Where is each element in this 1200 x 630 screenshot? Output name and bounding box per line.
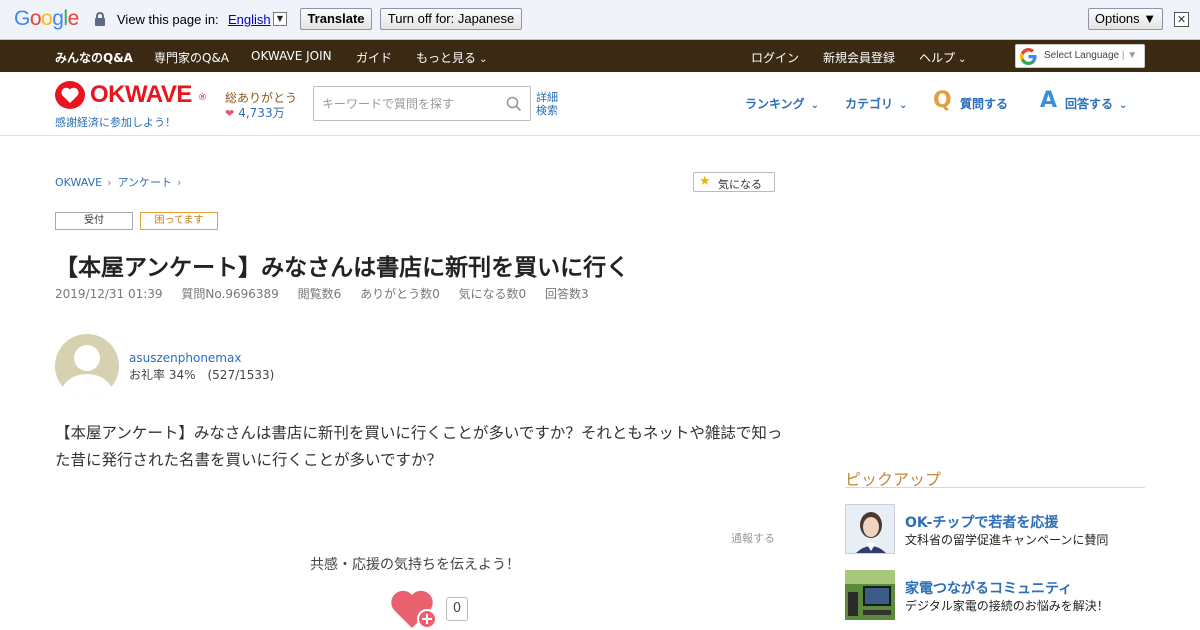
answer-a-icon: A (1040, 88, 1058, 113)
google-logo-letter: e (67, 7, 80, 30)
category-menu[interactable]: カテゴリ ⌄ (845, 95, 907, 112)
nav-item-label: 専門家のQ&A (154, 51, 230, 65)
nav-item-label: ヘルプ (919, 51, 956, 65)
chevron-right-icon: › (107, 176, 112, 189)
lock-icon (95, 12, 105, 26)
chevron-down-icon: ⌄ (958, 54, 967, 65)
search-box (313, 86, 531, 121)
pickup-item-title[interactable]: 家電つながるコミュニティ (905, 578, 1072, 598)
nav-item-label: ログイン (751, 51, 800, 65)
pickup-thumbnail[interactable] (845, 570, 895, 620)
google-logo-letter: o (41, 7, 53, 30)
question-title: 【本屋アンケート】みなさんは書店に新刊を買いに行く (55, 255, 630, 281)
select-language-label: Select Language (1044, 50, 1120, 61)
nav-item-okwave-join[interactable]: OKWAVE JOIN (251, 49, 332, 63)
question-date: 2019/12/31 01:39 (55, 287, 163, 301)
watch-button[interactable]: ★ 気になる (693, 172, 775, 192)
cheer-prompt: 共感・応援の気持ちを伝えよう！ (310, 557, 520, 573)
google-g-icon (1020, 48, 1037, 65)
watch-count: 気になる数0 (458, 287, 527, 301)
divider (845, 487, 1145, 488)
translate-prompt: View this page in: (117, 12, 219, 27)
nav-item-label: ガイド (356, 51, 393, 65)
logo-text: OKWAVE (90, 81, 192, 108)
nav-item-label: 新規会員登録 (823, 51, 896, 65)
language-select[interactable]: English (228, 12, 271, 27)
question-number: 質問No.9696389 (181, 287, 279, 301)
answer-count: 回答数3 (545, 287, 589, 301)
question-q-icon: Q (933, 88, 952, 113)
advanced-search-line1: 詳細 (536, 91, 558, 104)
chevron-down-icon: ⌄ (899, 100, 908, 111)
report-link[interactable]: 通報する (731, 530, 775, 546)
nav-item-label: OKWAVE JOIN (251, 49, 332, 63)
translate-bar: Google View this page in: English ▼ Tran… (0, 0, 1200, 40)
nav-item-login[interactable]: ログイン (751, 49, 799, 66)
total-thanks-count: ❤ 4,733万 (225, 104, 285, 121)
thanks-count: ありがとう数0 (360, 287, 440, 301)
user-thank-rate: お礼率 34% (527/1533) (129, 368, 275, 382)
avatar[interactable] (55, 334, 119, 398)
select-language-widget[interactable]: Select Language | ▼ (1015, 44, 1145, 68)
turn-off-button[interactable]: Turn off for: Japanese (380, 8, 522, 30)
nav-item-label: みんなのQ&A (55, 51, 133, 65)
watch-button-label: 気になる (718, 178, 762, 191)
user-name[interactable]: asuszenphonemax (129, 351, 241, 365)
heart-logo-icon (55, 81, 85, 109)
nav-item-expert-qa[interactable]: 専門家のQ&A (154, 49, 229, 66)
category-label: カテゴリ (845, 97, 894, 111)
search-input[interactable] (322, 95, 502, 113)
google-logo-letter: o (29, 7, 42, 30)
question-body: 【本屋アンケート】みなさんは書店に新刊を買いに行くことが多いですか？それともネッ… (55, 424, 783, 469)
ask-label: 質問する (960, 97, 1009, 111)
translate-button[interactable]: Translate (300, 8, 372, 30)
ranking-menu[interactable]: ランキング ⌄ (745, 95, 819, 112)
nav-item-register[interactable]: 新規会員登録 (823, 49, 895, 66)
ask-question-button[interactable]: Q 質問する (933, 88, 1009, 113)
breadcrumb: OKWAVE › アンケート › (55, 174, 187, 190)
status-badge-open: 受付 (55, 212, 133, 230)
answer-label: 回答する (1065, 97, 1114, 111)
answer-menu[interactable]: A 回答する ⌄ (1040, 88, 1128, 113)
nav-item-more[interactable]: もっと見る ⌄ (416, 49, 487, 66)
star-icon: ★ (699, 174, 711, 189)
pickup-item-subtitle: 文科省の留学促進キャンペーンに賛同 (905, 533, 1109, 547)
chevron-right-icon: › (177, 176, 182, 189)
empathy-heart-button[interactable] (390, 586, 440, 630)
chevron-down-icon[interactable]: ▼ (273, 12, 287, 26)
search-icon[interactable] (506, 96, 522, 112)
chevron-down-icon: | ▼ (1121, 50, 1138, 61)
status-badge-trouble: 困ってます (140, 212, 218, 230)
chevron-down-icon: ⌄ (1119, 100, 1128, 111)
nav-item-help[interactable]: ヘルプ ⌄ (919, 49, 966, 66)
nav-item-minna-qa[interactable]: みんなのQ&A (55, 49, 133, 66)
view-count: 閲覧数6 (297, 287, 342, 301)
breadcrumb-item-okwave[interactable]: OKWAVE (55, 176, 102, 189)
pickup-item-title[interactable]: OK-チップで若者を応援 (905, 512, 1058, 532)
pickup-thumbnail[interactable] (845, 504, 895, 554)
site-header: OKWAVE ® 感謝経済に参加しよう！ 総ありがとう ❤4,733万 詳細検索… (0, 72, 1200, 136)
google-logo-letter: G (14, 7, 30, 30)
google-logo: Google (14, 7, 79, 31)
pickup-item-subtitle: デジタル家電の接続のお悩みを解決！ (905, 599, 1109, 613)
thanks-count-value: 4,733万 (238, 106, 285, 120)
tagline[interactable]: 感謝経済に参加しよう！ (55, 114, 176, 130)
chevron-down-icon: ⌄ (479, 54, 488, 65)
google-logo-letter: g (52, 7, 64, 30)
ranking-label: ランキング (745, 97, 805, 111)
options-button[interactable]: Options ▼ (1088, 8, 1163, 30)
advanced-search-link[interactable]: 詳細 検索 (536, 91, 558, 117)
question-meta: 2019/12/31 01:39 質問No.9696389 閲覧数6 ありがとう… (55, 285, 604, 302)
chevron-down-icon: ⌄ (810, 100, 820, 111)
empathy-count: 0 (446, 597, 468, 621)
heart-icon: ❤ (225, 107, 235, 120)
nav-item-guide[interactable]: ガイド (356, 49, 392, 66)
close-icon[interactable]: ✕ (1174, 12, 1189, 27)
advanced-search-line2: 検索 (536, 104, 558, 117)
nav-item-label: もっと見る (416, 51, 477, 65)
breadcrumb-item-survey[interactable]: アンケート (117, 176, 172, 189)
logo-registered-mark: ® (198, 93, 207, 103)
